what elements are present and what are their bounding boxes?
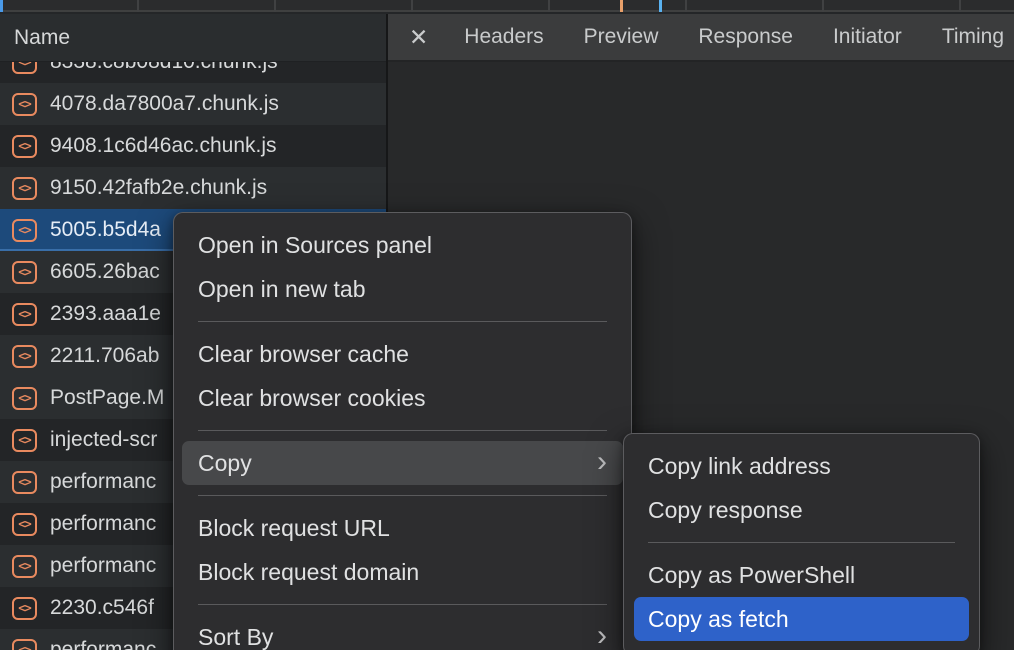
menu-separator: [198, 495, 607, 496]
script-file-icon: <>: [12, 177, 37, 200]
menu-separator: [198, 321, 607, 322]
script-file-icon: <>: [12, 93, 37, 116]
script-file-icon: <>: [12, 513, 37, 536]
script-file-icon: <>: [12, 471, 37, 494]
script-file-icon: <>: [12, 597, 37, 620]
overview-gridline: [274, 0, 276, 12]
script-file-icon: <>: [12, 261, 37, 284]
file-name: 4078.da7800a7.chunk.js: [50, 92, 279, 116]
load-event-marker: [659, 0, 662, 12]
overview-gridline: [685, 0, 687, 12]
menu-item-label: Block request URL: [198, 515, 390, 542]
file-name: performanc: [50, 638, 156, 650]
tab-initiator[interactable]: Initiator: [833, 25, 902, 49]
tab-timing[interactable]: Timing: [942, 25, 1004, 49]
script-file-icon: <>: [12, 219, 37, 242]
menu-item-clear-browser-cache[interactable]: Clear browser cache: [174, 332, 631, 376]
menu-item-label: Sort By: [198, 624, 273, 650]
menu-separator: [648, 542, 955, 543]
menu-item-sort-by[interactable]: Sort By ›: [174, 615, 631, 650]
file-name: PostPage.M: [50, 386, 164, 410]
menu-item-label: Clear browser cache: [198, 341, 409, 368]
chevron-right-icon: ›: [597, 440, 607, 484]
menu-item-open-in-new-tab[interactable]: Open in new tab: [174, 267, 631, 311]
menu-item-label: Open in Sources panel: [198, 232, 432, 259]
overview-gridline: [822, 0, 824, 12]
overview-gridline: [137, 0, 139, 12]
tab-response[interactable]: Response: [698, 25, 793, 49]
menu-item-copy-as-fetch[interactable]: Copy as fetch: [634, 597, 969, 641]
file-name: 8338.c8b08d10.chunk.js: [50, 62, 278, 74]
tab-headers[interactable]: Headers: [464, 25, 543, 49]
menu-item-block-request-domain[interactable]: Block request domain: [174, 550, 631, 594]
script-file-icon: <>: [12, 345, 37, 368]
menu-item-label: Block request domain: [198, 559, 419, 586]
tab-preview[interactable]: Preview: [584, 25, 659, 49]
file-name: performanc: [50, 512, 156, 536]
details-tabbar: ✕ Headers Preview Response Initiator Timing: [388, 14, 1014, 62]
script-file-icon: <>: [12, 135, 37, 158]
file-name: performanc: [50, 470, 156, 494]
file-name: 2393.aaa1e: [50, 302, 161, 326]
table-row-9408-1c6d46ac-chunk-js[interactable]: <> 9408.1c6d46ac.chunk.js: [0, 125, 386, 167]
file-name: 6605.26bac: [50, 260, 160, 284]
menu-item-label: Open in new tab: [198, 276, 366, 303]
selection-start-marker: [0, 0, 3, 12]
file-name: performanc: [50, 554, 156, 578]
overview-gridline: [411, 0, 413, 12]
menu-item-label: Copy link address: [648, 453, 831, 480]
menu-item-block-request-url[interactable]: Block request URL: [174, 506, 631, 550]
overview-gridline: [959, 0, 961, 12]
menu-item-copy[interactable]: Copy ›: [182, 441, 623, 485]
close-details-icon[interactable]: ✕: [409, 24, 428, 51]
menu-item-label: Copy as fetch: [648, 606, 789, 633]
table-row-4078-da7800a7-chunk-js[interactable]: <> 4078.da7800a7.chunk.js: [0, 83, 386, 125]
chevron-right-icon: ›: [597, 614, 607, 650]
script-file-icon: <>: [12, 639, 37, 650]
menu-item-open-in-sources-panel[interactable]: Open in Sources panel: [174, 223, 631, 267]
menu-item-copy-response[interactable]: Copy response: [624, 488, 979, 532]
menu-separator: [198, 430, 607, 431]
script-file-icon: <>: [12, 62, 37, 74]
menu-item-clear-browser-cookies[interactable]: Clear browser cookies: [174, 376, 631, 420]
script-file-icon: <>: [12, 555, 37, 578]
file-name: 5005.b5d4a: [50, 218, 161, 242]
network-overview-strip[interactable]: [0, 0, 1014, 12]
menu-item-label: Copy response: [648, 497, 803, 524]
script-file-icon: <>: [12, 387, 37, 410]
name-column-header[interactable]: Name: [0, 14, 386, 62]
table-row-8338-c8b08d10-chunk-js[interactable]: <> 8338.c8b08d10.chunk.js: [0, 62, 386, 83]
menu-separator: [198, 604, 607, 605]
script-file-icon: <>: [12, 303, 37, 326]
file-name: 2230.c546f: [50, 596, 154, 620]
file-name: 9408.1c6d46ac.chunk.js: [50, 134, 277, 158]
file-name: 2211.706ab: [50, 344, 159, 368]
table-row-9150-42fafb2e-chunk-js[interactable]: <> 9150.42fafb2e.chunk.js: [0, 167, 386, 209]
file-name: 9150.42fafb2e.chunk.js: [50, 176, 267, 200]
menu-item-label: Copy as PowerShell: [648, 562, 855, 589]
menu-item-copy-link-address[interactable]: Copy link address: [624, 444, 979, 488]
name-column-label: Name: [14, 26, 70, 50]
context-menu: Open in Sources panel Open in new tab Cl…: [173, 212, 632, 650]
overview-gridline: [548, 0, 550, 12]
file-name: injected-scr: [50, 428, 157, 452]
script-file-icon: <>: [12, 429, 37, 452]
menu-item-label: Clear browser cookies: [198, 385, 426, 412]
dcl-event-marker: [620, 0, 623, 12]
menu-item-label: Copy: [198, 450, 252, 477]
menu-item-copy-as-powershell[interactable]: Copy as PowerShell: [624, 553, 979, 597]
copy-submenu: Copy link address Copy response Copy as …: [623, 433, 980, 650]
